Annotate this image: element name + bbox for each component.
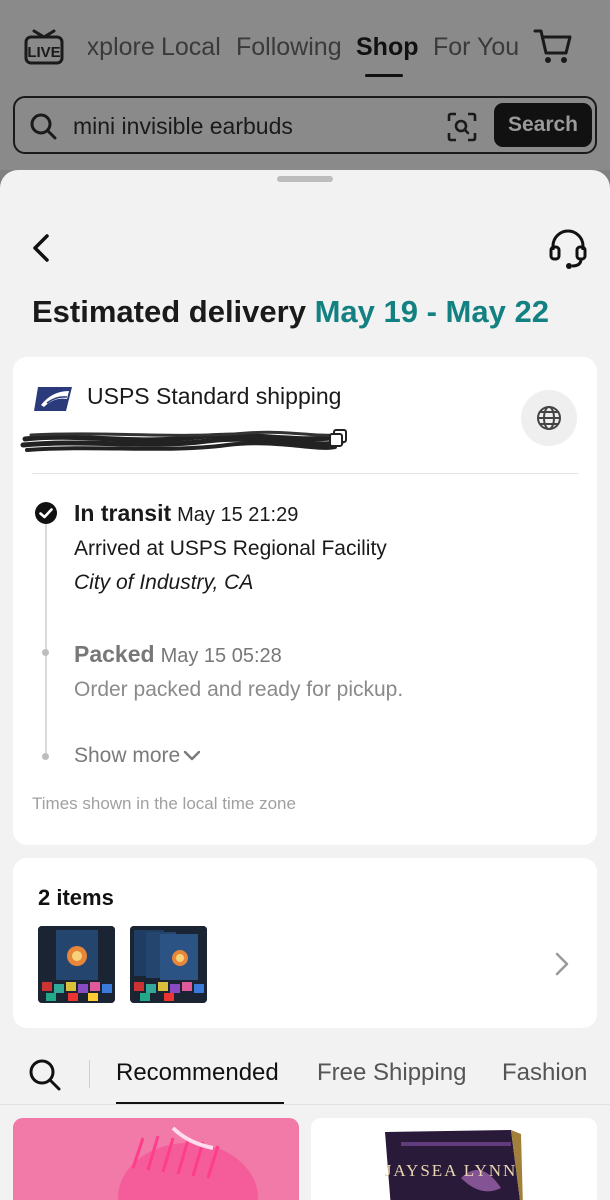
svg-text:LIVE: LIVE [27,44,60,61]
event-status: Packed [74,641,155,667]
delivery-label: Estimated delivery [32,294,306,329]
usps-logo [34,387,72,411]
product-thumbnail[interactable] [38,926,115,1003]
cart-icon[interactable] [533,27,573,65]
search-input[interactable]: mini invisible earbuds [73,113,293,140]
chevron-down-icon [184,751,201,761]
recommendation-tabs: Recommended Free Shipping Fashion [0,1040,610,1106]
show-more-label: Show more [74,744,181,767]
event-time: May 15 21:29 [177,504,299,526]
tab-following[interactable]: Following [236,33,342,62]
tracking-card: USPS Standard shipping In transit May 15… [13,357,597,845]
search-bar[interactable]: mini invisible earbuds Search [13,96,597,154]
timeline-dot [42,649,49,656]
chevron-right-icon[interactable] [554,950,570,978]
timezone-note: Times shown in the local time zone [32,794,296,813]
recommended-product-card[interactable] [13,1118,299,1200]
event-location: City of Industry, CA [74,571,254,594]
order-tracking-sheet: Estimated delivery May 19 - May 22 USPS … [0,170,610,1200]
translate-button[interactable] [521,390,577,446]
sheet-grabber[interactable] [277,176,333,182]
event-description: Order packed and ready for pickup. [74,678,404,701]
items-card[interactable]: 2 items [13,858,597,1028]
tab-fashion[interactable]: Fashion [502,1059,587,1087]
product-thumbnail[interactable] [130,926,207,1003]
globe-icon [537,406,561,430]
search-button[interactable]: Search [494,103,592,147]
copy-icon[interactable] [329,429,347,447]
active-tab-indicator [365,74,403,77]
back-icon[interactable] [28,232,54,264]
scan-icon[interactable] [447,112,477,142]
event-status-in-transit: In transit May 15 21:29 [74,500,298,527]
recommended-product-card[interactable]: JAYSEA LYNN [311,1118,597,1200]
event-status-packed: Packed May 15 05:28 [74,641,282,668]
svg-text:JAYSEA LYNN: JAYSEA LYNN [385,1161,518,1180]
tab-recommended[interactable]: Recommended [116,1059,279,1087]
delivery-dates: May 19 - May 22 [314,294,549,329]
live-icon[interactable]: LIVE [24,28,64,66]
product-image: JAYSEA LYNN [311,1118,597,1200]
items-count: 2 items [38,885,114,910]
tab-local[interactable]: Local [161,33,221,62]
timeline-line [45,519,47,757]
tabs-separator [89,1060,90,1088]
headset-icon[interactable] [548,228,588,270]
divider [0,1104,610,1105]
tab-shop[interactable]: Shop [356,33,419,62]
search-icon[interactable] [28,1058,62,1092]
timeline-dot [42,753,49,760]
tab-free-shipping[interactable]: Free Shipping [317,1059,466,1087]
check-circle-icon [35,502,57,524]
event-description: Arrived at USPS Regional Facility [74,537,387,560]
delivery-estimate: Estimated delivery May 19 - May 22 [32,294,549,330]
product-image [13,1118,299,1200]
top-navigation: LIVE Explore Local Following Shop For Yo… [0,0,610,170]
tab-for-you[interactable]: For You [433,33,519,62]
redacted-tracking-number [20,430,344,452]
tab-explore[interactable]: Explore [88,33,155,62]
event-time: May 15 05:28 [160,645,282,667]
carrier-name: USPS Standard shipping [87,383,342,409]
show-more-button[interactable]: Show more [74,744,202,768]
divider [32,473,578,474]
search-icon [30,113,57,140]
event-status: In transit [74,500,172,526]
